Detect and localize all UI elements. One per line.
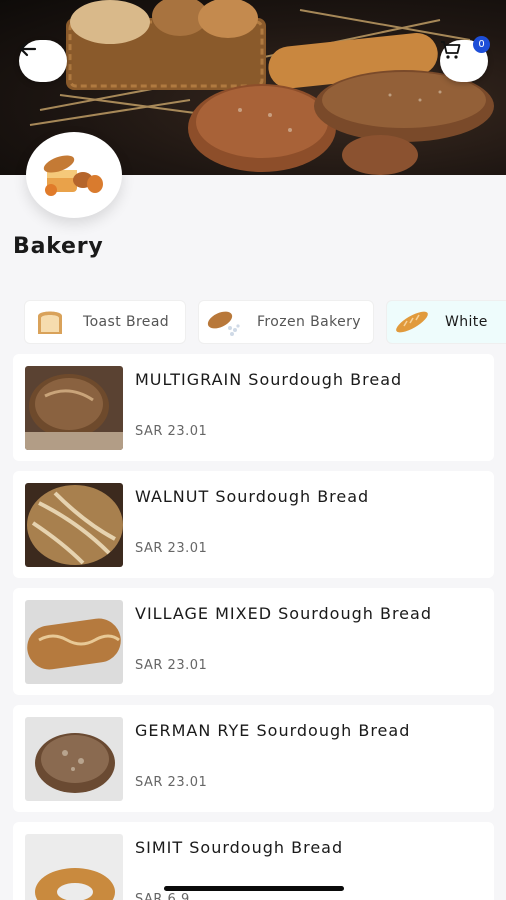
baguette-icon: [387, 301, 437, 343]
category-logo: [26, 132, 122, 218]
cart-count-badge: 0: [473, 36, 490, 53]
chip-frozen-bakery[interactable]: Frozen Bakery: [198, 300, 374, 344]
product-price: SAR 23.01: [135, 775, 208, 790]
back-button[interactable]: [19, 40, 67, 82]
bread-basket-icon: [43, 155, 103, 196]
cart-button[interactable]: 0: [440, 36, 490, 82]
frozen-bakery-icon: [199, 301, 249, 343]
product-name: GERMAN RYE Sourdough Bread: [135, 721, 411, 740]
product-image: [25, 717, 123, 801]
product-name: SIMIT Sourdough Bread: [135, 838, 344, 857]
product-card-german-rye[interactable]: GERMAN RYE Sourdough Bread SAR 23.01: [13, 705, 494, 812]
product-name: VILLAGE MIXED Sourdough Bread: [135, 604, 432, 623]
product-price: SAR 23.01: [135, 541, 208, 556]
chip-white[interactable]: White: [386, 300, 506, 344]
chip-label: Frozen Bakery: [257, 314, 361, 330]
product-price: SAR 23.01: [135, 658, 208, 673]
product-name: MULTIGRAIN Sourdough Bread: [135, 370, 403, 389]
product-price: SAR 23.01: [135, 424, 208, 439]
toast-bread-icon: [25, 301, 75, 343]
product-price: SAR 6.9: [135, 892, 190, 900]
chip-label: Toast Bread: [83, 314, 170, 330]
arrow-left-icon: [19, 41, 37, 57]
cart-icon: [441, 41, 461, 59]
product-image: [25, 600, 123, 684]
product-name: WALNUT Sourdough Bread: [135, 487, 370, 506]
product-card-walnut[interactable]: WALNUT Sourdough Bread SAR 23.01: [13, 471, 494, 578]
subcategory-chips: Toast Bread Frozen Bakery White: [24, 300, 506, 344]
chip-toast-bread[interactable]: Toast Bread: [24, 300, 186, 344]
chip-label: White: [445, 314, 488, 330]
product-image: [25, 366, 123, 450]
product-image: [25, 483, 123, 567]
page-title: Bakery: [13, 234, 104, 259]
product-image: [25, 834, 123, 900]
product-card-multigrain[interactable]: MULTIGRAIN Sourdough Bread SAR 23.01: [13, 354, 494, 461]
product-card-village-mixed[interactable]: VILLAGE MIXED Sourdough Bread SAR 23.01: [13, 588, 494, 695]
home-indicator[interactable]: [164, 886, 344, 891]
